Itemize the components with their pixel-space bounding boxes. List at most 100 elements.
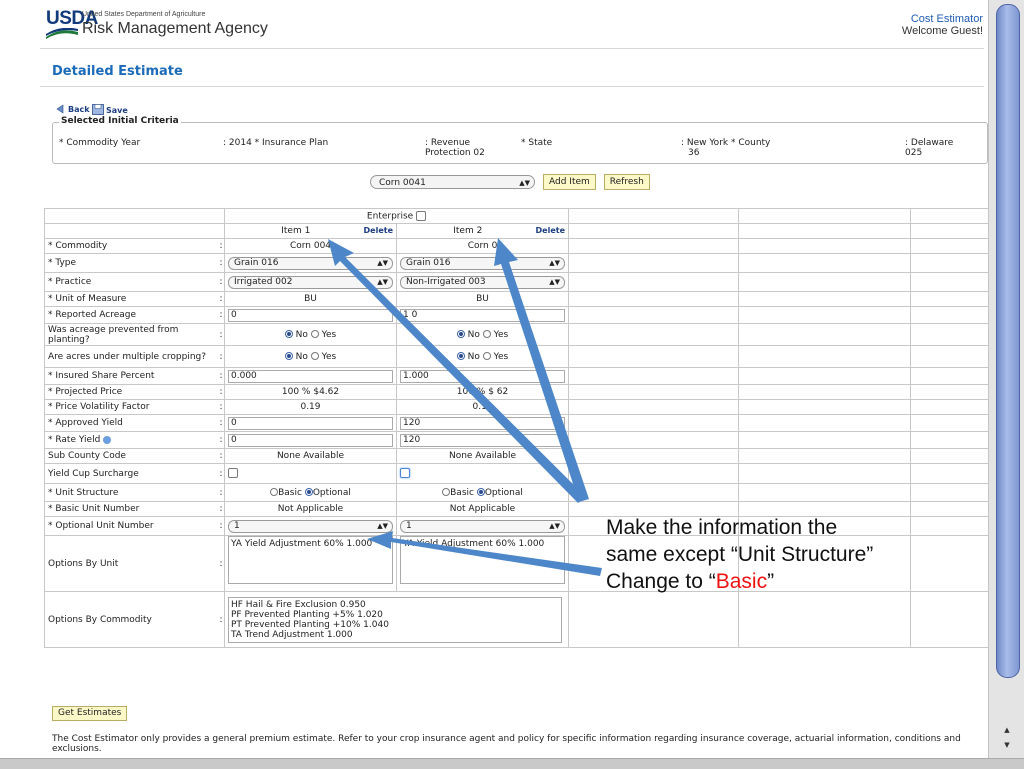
item1-commodity: Corn 004 xyxy=(224,238,397,254)
item1-basicunit: Not Applicable xyxy=(224,501,397,517)
colon: : xyxy=(216,323,225,346)
row-label: * Projected Price xyxy=(44,384,217,400)
select-arrows-icon: ▲▼ xyxy=(549,521,561,530)
row-label: * Unit of Measure xyxy=(44,291,217,307)
row-label: Yield Cup Surcharge xyxy=(44,463,217,484)
list-item[interactable]: TA Trend Adjustment 1.000 xyxy=(231,630,559,640)
colon: : xyxy=(216,535,225,592)
colon: : xyxy=(216,253,225,273)
item1-acreage-input[interactable]: 0 xyxy=(228,308,393,322)
scrollbar-thumb[interactable] xyxy=(996,4,1020,678)
item2-type-select[interactable]: Grain 016 ▲▼ xyxy=(400,256,566,270)
item2-rate-input[interactable]: 120 xyxy=(400,433,566,447)
radio-yes[interactable] xyxy=(482,330,491,338)
state-code: 36 xyxy=(688,148,700,158)
item1-share-input[interactable]: 0.000 xyxy=(228,369,393,383)
select-arrows-icon: ▲▼ xyxy=(549,277,561,286)
radio-yes[interactable] xyxy=(482,352,491,360)
item2-approved-input[interactable]: 120 xyxy=(400,416,566,430)
row-label: Are acres under multiple cropping? xyxy=(44,345,217,368)
colon: : xyxy=(216,399,225,415)
radio-no[interactable] xyxy=(456,330,465,338)
enterprise-checkbox[interactable] xyxy=(416,210,427,221)
row-label: * Approved Yield xyxy=(44,414,217,432)
colon: : xyxy=(216,272,225,292)
list-item[interactable]: PF Prevented Planting +5% 1.020 xyxy=(231,610,559,620)
select-arrows-icon: ▲▼ xyxy=(549,258,561,267)
colon: : xyxy=(216,483,225,502)
item1-type-select[interactable]: Grain 016 ▲▼ xyxy=(228,256,393,270)
commodity-select[interactable]: Corn 0041 ▲▼ xyxy=(370,175,535,189)
item1-approved-input[interactable]: 0 xyxy=(228,416,393,430)
delete-item1-link[interactable]: Delete xyxy=(364,226,393,236)
item2-header: Item 2 Delete xyxy=(395,223,570,239)
list-item[interactable]: PT Prevented Planting +10% 1.040 xyxy=(231,620,559,630)
callout-text: ” xyxy=(767,570,775,593)
commodity-select-value: Corn 0041 xyxy=(379,178,426,188)
select-arrows-icon: ▲▼ xyxy=(377,521,388,530)
save-button[interactable]: Save xyxy=(92,104,128,115)
radio-label: No xyxy=(467,351,480,362)
item2-title: Item 2 xyxy=(453,226,483,236)
radio-basic[interactable] xyxy=(270,488,279,496)
radio-yes[interactable] xyxy=(310,352,319,360)
row-label: * Practice xyxy=(44,272,217,292)
radio-no[interactable] xyxy=(284,330,293,338)
item2-options-listbox[interactable]: YA Yield Adjustment 60% 1.000 xyxy=(400,536,566,584)
select-value: Irrigated 002 xyxy=(234,276,293,287)
item2-subcounty: None Available xyxy=(395,448,570,464)
row-label: Sub County Code xyxy=(44,448,217,464)
colon: : xyxy=(216,501,225,517)
row-label: * Reported Acreage xyxy=(44,306,217,324)
item2-yieldcup-checkbox[interactable] xyxy=(400,468,410,479)
help-icon[interactable] xyxy=(103,435,112,444)
county-value: : Delaware 025 xyxy=(905,138,954,158)
colon: : xyxy=(216,414,225,432)
item1-yieldcup-checkbox[interactable] xyxy=(228,468,238,479)
item2-basicunit: Not Applicable xyxy=(395,501,570,517)
radio-label: Yes xyxy=(321,329,337,340)
radio-no[interactable] xyxy=(456,352,465,360)
back-button[interactable]: Back xyxy=(56,104,90,114)
row-label: Options By Commodity xyxy=(44,591,217,648)
enterprise-label: Enterprise xyxy=(366,211,414,222)
delete-item2-link[interactable]: Delete xyxy=(536,226,565,236)
item2-acreage-input[interactable]: 1 0 xyxy=(400,308,566,322)
insurance-plan-value: : Revenue Protection 02 xyxy=(425,138,485,158)
refresh-button[interactable]: Refresh xyxy=(603,174,650,190)
item2-volatility: 0.19 xyxy=(395,399,570,415)
add-item-button[interactable]: Add Item xyxy=(543,174,596,190)
header-right: Cost Estimator Welcome Guest! xyxy=(902,13,983,37)
select-arrows-icon: ▲▼ xyxy=(377,258,388,267)
item2-practice-select[interactable]: Non-Irrigated 003 ▲▼ xyxy=(400,275,566,289)
scroll-up-icon[interactable]: ▲ xyxy=(989,722,1024,738)
radio-optional[interactable] xyxy=(304,488,313,496)
item2-optionalunit-select[interactable]: 1 ▲▼ xyxy=(400,519,566,533)
item1-multiple-radios: No Yes xyxy=(224,345,397,368)
colon: : xyxy=(216,431,225,449)
app-name-link[interactable]: Cost Estimator xyxy=(902,13,983,25)
get-estimates-button[interactable]: Get Estimates xyxy=(52,706,128,721)
divider xyxy=(40,48,984,49)
row-label: * Price Volatility Factor xyxy=(44,399,217,415)
radio-optional[interactable] xyxy=(476,488,485,496)
item1-practice-select[interactable]: Irrigated 002 ▲▼ xyxy=(228,275,393,289)
commodity-options-listbox[interactable]: HF Hail & Fire Exclusion 0.950 PF Preven… xyxy=(228,596,562,643)
list-item[interactable]: HF Hail & Fire Exclusion 0.950 xyxy=(231,600,559,610)
radio-no[interactable] xyxy=(284,352,293,360)
row-label: * Insured Share Percent xyxy=(44,367,217,385)
vertical-scrollbar[interactable]: ▲ ▼ xyxy=(988,0,1024,758)
radio-yes[interactable] xyxy=(310,330,319,338)
page-title: Detailed Estimate xyxy=(52,64,183,79)
item2-share-input[interactable]: 1.000 xyxy=(400,369,566,383)
commodity-year-value: : 2014 * Insurance Plan xyxy=(223,138,329,148)
radio-basic[interactable] xyxy=(442,488,451,496)
item1-rate-input[interactable]: 0 xyxy=(228,433,393,447)
colon: : xyxy=(216,306,225,324)
scroll-down-icon[interactable]: ▼ xyxy=(989,737,1024,753)
rate-yield-label-cell: * Rate Yield xyxy=(44,431,217,449)
department-name: United States Department of Agriculture xyxy=(82,11,206,18)
item1-optionalunit-select[interactable]: 1 ▲▼ xyxy=(228,519,393,533)
item1-options-listbox[interactable]: YA Yield Adjustment 60% 1.000 xyxy=(228,536,393,584)
item2-prevented-radios: No Yes xyxy=(395,323,570,346)
